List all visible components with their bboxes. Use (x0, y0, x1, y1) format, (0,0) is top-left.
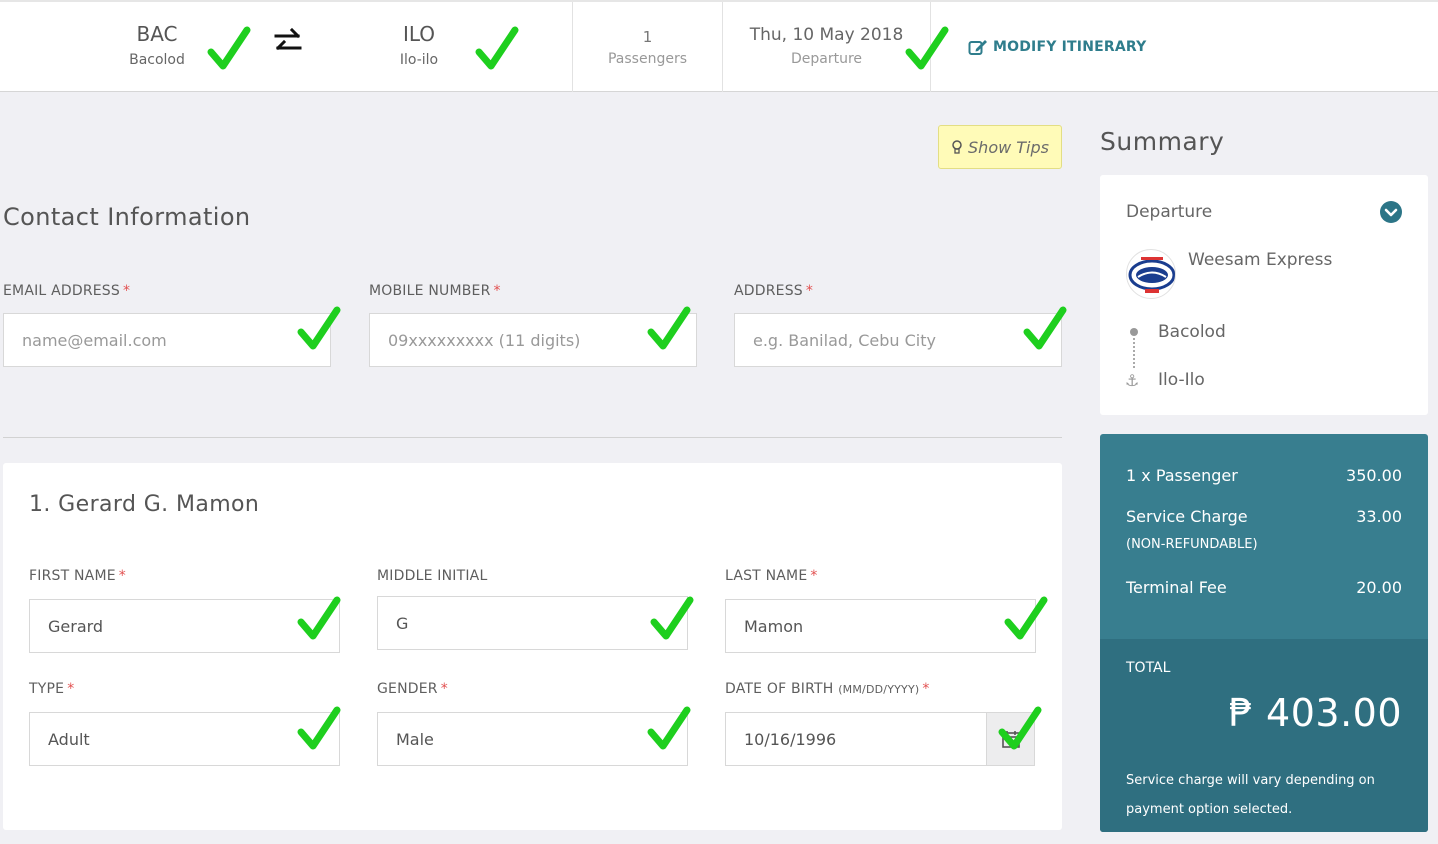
middle-initial-label: MIDDLE INITIAL (377, 568, 488, 584)
dob-field[interactable]: 10/16/1996 (725, 712, 1035, 766)
last-name-label: LAST NAME * (725, 568, 818, 584)
show-tips-label: Show Tips (968, 137, 1049, 157)
non-refundable-note: (NON-REFUNDABLE) (1126, 537, 1258, 552)
email-field[interactable]: name@email.com (3, 313, 331, 367)
anchor-icon: ⚓ (1125, 371, 1140, 390)
summary-card: Departure Weesam Express ⚓ Bacolod Ilo-I… (1100, 175, 1428, 415)
calendar-button[interactable] (986, 713, 1034, 765)
price-line-passenger: 1 x Passenger 350.00 (1126, 466, 1402, 485)
destination: ILO Ilo-ilo (372, 2, 466, 92)
origin-code: BAC (136, 22, 178, 46)
swap-icon[interactable] (270, 24, 306, 60)
summary-departure-label: Departure (1126, 202, 1213, 222)
address-label: ADDRESS * (734, 283, 814, 299)
type-select[interactable]: Adult (29, 712, 340, 766)
divider (930, 2, 931, 92)
price-line-terminal-fee: Terminal Fee 20.00 (1126, 578, 1402, 597)
origin-name: Bacolod (129, 52, 185, 68)
price-breakdown: 1 x Passenger 350.00 Service Charge 33.00 … (1100, 434, 1428, 832)
mobile-label: MOBILE NUMBER * (369, 283, 501, 299)
dob-label: DATE OF BIRTH (MM/DD/YYYY) * (725, 681, 930, 697)
route-destination: Ilo-Ilo (1158, 370, 1205, 390)
first-name-field[interactable]: Gerard (29, 599, 340, 653)
passenger-count-value: 1 (642, 28, 653, 46)
passenger-title: 1. Gerard G. Mamon (29, 492, 260, 517)
origin-dot-icon (1130, 328, 1138, 336)
route-line (1133, 338, 1135, 368)
calendar-icon (1001, 731, 1020, 748)
departure-date-label: Departure (790, 51, 863, 67)
departure-date-value: Thu, 10 May 2018 (749, 25, 904, 45)
itinerary-bar: BAC Bacolod ILO Ilo-ilo 1 Passengers Thu… (0, 0, 1438, 92)
modify-itinerary-label: MODIFY ITINERARY (993, 39, 1147, 55)
passenger-count: 1 Passengers (573, 2, 722, 92)
first-name-label: FIRST NAME * (29, 568, 126, 584)
origin: BAC Bacolod (110, 2, 204, 92)
modify-itinerary-link[interactable]: MODIFY ITINERARY (968, 38, 1146, 56)
route-origin: Bacolod (1158, 322, 1226, 342)
show-tips-button[interactable]: Show Tips (938, 125, 1062, 169)
middle-initial-field[interactable]: G (377, 596, 688, 650)
passenger-count-label: Passengers (607, 51, 688, 67)
lightbulb-icon (952, 140, 962, 154)
summary-title: Summary (1100, 127, 1225, 156)
email-label: EMAIL ADDRESS * (3, 283, 131, 299)
carrier-logo (1126, 249, 1176, 299)
price-line-service-charge: Service Charge 33.00 (1126, 507, 1402, 526)
total-label: TOTAL (1126, 660, 1171, 676)
carrier-name: Weesam Express (1188, 250, 1333, 270)
destination-name: Ilo-ilo (399, 52, 439, 68)
gender-label: GENDER * (377, 681, 448, 697)
total-section: TOTAL ₱ 403.00 Service charge will vary … (1100, 639, 1428, 832)
destination-code: ILO (402, 22, 436, 46)
mobile-field[interactable]: 09xxxxxxxxx (11 digits) (369, 313, 697, 367)
service-charge-note: Service charge will vary depending on pa… (1126, 773, 1375, 817)
last-name-field[interactable]: Mamon (725, 599, 1036, 653)
contact-section-title: Contact Information (3, 203, 251, 231)
type-label: TYPE * (29, 681, 75, 697)
gender-select[interactable]: Male (377, 712, 688, 766)
chevron-down-icon[interactable] (1380, 201, 1402, 223)
total-amount: ₱ 403.00 (1228, 691, 1402, 735)
departure-date: Thu, 10 May 2018 Departure (723, 2, 930, 92)
address-field[interactable]: e.g. Banilad, Cebu City (734, 313, 1062, 367)
section-divider (3, 437, 1062, 438)
edit-icon (968, 40, 987, 55)
